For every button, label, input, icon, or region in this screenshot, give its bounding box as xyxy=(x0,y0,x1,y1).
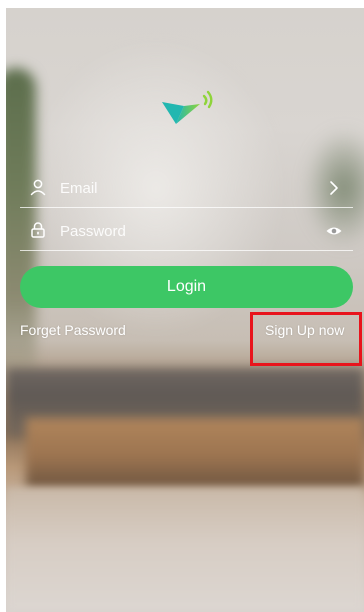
password-input[interactable] xyxy=(60,219,310,243)
sign-up-link[interactable]: Sign Up now xyxy=(265,322,344,338)
eye-icon[interactable] xyxy=(325,222,343,240)
lock-icon xyxy=(31,222,45,238)
user-icon xyxy=(30,179,46,196)
forget-password-link[interactable]: Forget Password xyxy=(20,322,126,338)
email-field[interactable] xyxy=(20,168,353,208)
background-bedframe xyxy=(26,418,364,488)
password-field[interactable] xyxy=(20,211,353,251)
email-input[interactable] xyxy=(60,176,310,200)
login-button[interactable]: Login xyxy=(20,266,353,308)
chevron-right-icon[interactable] xyxy=(325,179,343,197)
background-floor xyxy=(6,488,364,612)
login-screen: Login Forget Password Sign Up now xyxy=(0,0,364,612)
brand-logo-icon xyxy=(162,90,213,124)
